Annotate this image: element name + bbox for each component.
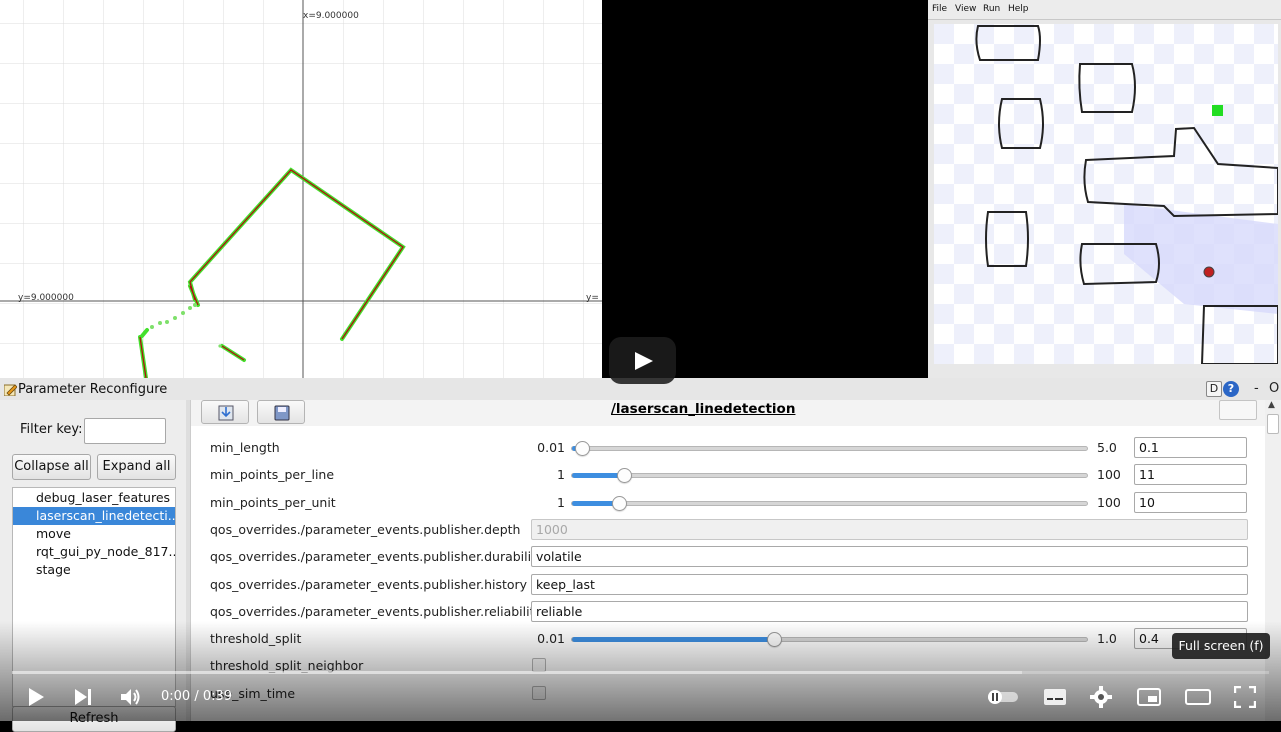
param-text-field[interactable]: keep_last bbox=[531, 573, 1248, 595]
node-item-move[interactable]: move bbox=[13, 525, 175, 543]
param-row-min-length: min_length 0.01 5.0 0.1 bbox=[191, 434, 1266, 461]
node-item-debug-laser-features[interactable]: debug_laser_features bbox=[13, 489, 175, 507]
progress-buffered bbox=[12, 671, 1022, 674]
settings-gear-icon[interactable] bbox=[1090, 686, 1112, 708]
param-slider-handle[interactable] bbox=[611, 495, 627, 511]
param-row-qos-overrides-parameter-events-publisher-durability: qos_overrides./parameter_events.publishe… bbox=[191, 543, 1266, 570]
param-text-field[interactable]: reliable bbox=[531, 600, 1248, 622]
video-black-area bbox=[602, 0, 928, 378]
node-item-rqt-gui-py-node[interactable]: rqt_gui_py_node_817... bbox=[13, 543, 175, 561]
param-slider-handle[interactable] bbox=[616, 468, 632, 484]
next-icon[interactable] bbox=[73, 687, 93, 707]
close-node-button[interactable] bbox=[1219, 400, 1257, 420]
panel-title: Parameter Reconfigure bbox=[18, 382, 168, 397]
menu-file[interactable]: File bbox=[932, 4, 947, 14]
play-icon[interactable] bbox=[26, 687, 46, 707]
param-max: 5.0 bbox=[1097, 440, 1117, 455]
dock-button[interactable]: D bbox=[1206, 381, 1222, 397]
scroll-up-icon[interactable]: ▲ bbox=[1268, 400, 1275, 410]
node-title: /laserscan_linedetection bbox=[611, 401, 796, 417]
load-icon bbox=[218, 405, 234, 421]
simulator-menubar: File View Run Help bbox=[928, 0, 1281, 20]
param-row-qos-overrides-parameter-events-publisher-history: qos_overrides./parameter_events.publishe… bbox=[191, 571, 1266, 598]
param-slider[interactable] bbox=[571, 468, 1088, 484]
param-text-field[interactable]: volatile bbox=[531, 546, 1248, 568]
laser-plot-canvas: x=9.000000 y=9.000000 y= bbox=[0, 0, 602, 378]
autoplay-toggle-icon[interactable] bbox=[986, 688, 1020, 706]
simulator-map-drawing bbox=[934, 24, 1278, 364]
filter-key-label: Filter key: bbox=[20, 422, 83, 437]
param-name: qos_overrides./parameter_events.publishe… bbox=[210, 576, 528, 592]
param-name: qos_overrides./parameter_events.publishe… bbox=[210, 521, 521, 537]
laser-plot: x=9.000000 y=9.000000 y= bbox=[0, 0, 602, 378]
menu-view[interactable]: View bbox=[955, 4, 976, 14]
scrollbar-thumb[interactable] bbox=[1267, 414, 1279, 434]
param-name: qos_overrides./parameter_events.publishe… bbox=[210, 549, 544, 565]
subtitles-icon[interactable] bbox=[1043, 688, 1067, 706]
collapse-all-button[interactable]: Collapse all bbox=[12, 454, 91, 480]
param-value-field[interactable]: 11 bbox=[1134, 464, 1247, 486]
param-max: 100 bbox=[1097, 467, 1121, 483]
param-value-field[interactable]: 0.1 bbox=[1134, 437, 1247, 458]
play-icon bbox=[635, 352, 653, 370]
robot-icon bbox=[1203, 266, 1215, 278]
param-name: min_points_per_line bbox=[210, 467, 335, 483]
param-name: min_points_per_unit bbox=[210, 494, 336, 510]
param-name: qos_overrides./parameter_events.publishe… bbox=[210, 603, 542, 619]
close-button[interactable]: O bbox=[1269, 381, 1279, 396]
param-slider-handle[interactable] bbox=[575, 441, 591, 456]
param-slider[interactable] bbox=[571, 441, 1088, 456]
node-item-stage[interactable]: stage bbox=[13, 561, 175, 579]
save-icon bbox=[274, 405, 290, 421]
progress-bar[interactable] bbox=[12, 671, 1269, 674]
menu-help[interactable]: Help bbox=[1008, 4, 1029, 14]
miniplayer-icon[interactable] bbox=[1137, 688, 1161, 706]
param-slider[interactable] bbox=[571, 495, 1088, 511]
y-axis-label: y=9.000000 bbox=[18, 293, 74, 303]
param-text-field: 1000 bbox=[531, 518, 1248, 540]
goal-marker bbox=[1212, 105, 1223, 116]
load-button[interactable] bbox=[201, 400, 249, 424]
node-item-laserscan-linedetection[interactable]: laserscan_linedetecti... bbox=[13, 507, 175, 525]
param-max: 100 bbox=[1097, 494, 1121, 510]
param-min: 1 bbox=[557, 467, 565, 483]
volume-icon[interactable] bbox=[119, 686, 143, 708]
param-name: min_length bbox=[210, 440, 280, 455]
param-slider-fill bbox=[572, 473, 624, 479]
save-button[interactable] bbox=[257, 400, 305, 424]
x-axis-label: x=9.000000 bbox=[303, 11, 359, 21]
param-row-min-points-per-line: min_points_per_line 1 100 11 bbox=[191, 461, 1266, 488]
menu-run[interactable]: Run bbox=[983, 4, 1000, 14]
time-display: 0:00 / 0:39 bbox=[161, 689, 233, 704]
filter-key-input[interactable] bbox=[84, 418, 166, 444]
pencil-icon bbox=[4, 384, 17, 396]
expand-all-button[interactable]: Expand all bbox=[97, 454, 176, 480]
theater-mode-icon[interactable] bbox=[1185, 688, 1211, 706]
fullscreen-icon[interactable] bbox=[1234, 686, 1256, 708]
y-axis-label-right: y= bbox=[586, 293, 599, 303]
fullscreen-tooltip: Full screen (f) bbox=[1172, 633, 1270, 659]
parameter-editor-header: /laserscan_linedetection bbox=[191, 400, 1266, 426]
param-row-qos-overrides-parameter-events-publisher-depth: qos_overrides./parameter_events.publishe… bbox=[191, 516, 1266, 543]
stage-simulator-window: File View Run Help bbox=[928, 0, 1281, 378]
help-icon[interactable]: ? bbox=[1223, 381, 1239, 397]
param-row-min-points-per-unit: min_points_per_unit 1 100 10 bbox=[191, 489, 1266, 516]
minimize-button[interactable]: - bbox=[1254, 381, 1259, 396]
simulator-map[interactable] bbox=[934, 24, 1278, 364]
big-play-button[interactable] bbox=[609, 337, 676, 384]
param-value-field[interactable]: 10 bbox=[1134, 491, 1247, 513]
param-min: 0.01 bbox=[537, 440, 565, 455]
param-min: 1 bbox=[557, 494, 565, 510]
